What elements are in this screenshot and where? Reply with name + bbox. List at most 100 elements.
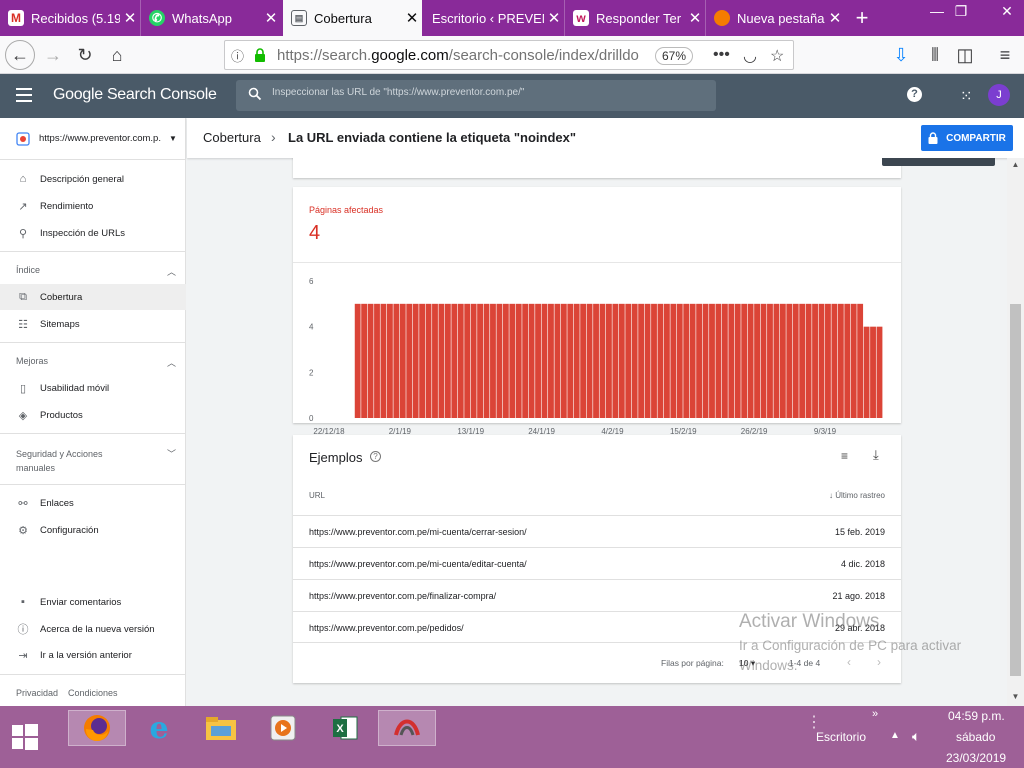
chart-bar[interactable] <box>386 303 393 418</box>
chart-bar[interactable] <box>554 303 561 418</box>
chart-bar[interactable] <box>470 303 477 418</box>
tab-nueva[interactable]: Nueva pestaña ✕ <box>705 0 845 36</box>
chart-bar[interactable] <box>799 303 806 418</box>
desktop-toolbar-label[interactable]: Escritorio <box>816 730 866 744</box>
chart-bar[interactable] <box>625 303 632 418</box>
chart-bar[interactable] <box>560 303 567 418</box>
sidebar-item-overview[interactable]: ⌂ Descripción general <box>0 166 186 192</box>
chart-bar[interactable] <box>857 303 864 418</box>
clock-time[interactable]: 04:59 p.m. <box>948 709 1005 723</box>
chart-bar[interactable] <box>393 303 400 418</box>
sidebar-item-mobile-usability[interactable]: ▯ Usabilidad móvil <box>0 375 186 401</box>
sidebar-item-performance[interactable]: ↗ Rendimiento <box>0 193 186 219</box>
chart-bar[interactable] <box>367 303 374 418</box>
table-row[interactable]: https://www.preventor.com.pe/mi-cuenta/e… <box>293 547 901 579</box>
sidebar-icon[interactable]: ◫ <box>950 40 980 70</box>
chart-bar[interactable] <box>374 303 380 418</box>
chart-bar[interactable] <box>812 303 818 418</box>
volume-icon[interactable]: 🔈︎ <box>912 728 920 745</box>
close-icon[interactable]: ✕ <box>825 9 845 27</box>
section-index-header[interactable]: Índice ︿ <box>16 265 176 278</box>
row-url[interactable]: https://www.preventor.com.pe/mi-cuenta/e… <box>309 559 527 569</box>
chart-bar[interactable] <box>721 303 728 418</box>
breadcrumb-parent[interactable]: Cobertura <box>203 130 261 145</box>
chart-bar[interactable] <box>773 303 780 418</box>
chart-bar[interactable] <box>432 303 438 418</box>
chart-bar[interactable] <box>657 303 664 418</box>
url-bar[interactable]: ⓘ https://search.google.com/search-conso… <box>224 40 794 70</box>
row-url[interactable]: https://www.preventor.com.pe/pedidos/ <box>309 623 464 633</box>
sidebar-item-coverage[interactable]: ⧉ Cobertura <box>0 284 186 310</box>
tab-escritorio[interactable]: Escritorio ‹ PREVEN ✕ <box>424 0 564 36</box>
table-row[interactable]: https://www.preventor.com.pe/mi-cuenta/c… <box>293 515 901 547</box>
download-icon[interactable]: ⇩ <box>886 40 916 70</box>
section-security-header[interactable]: Seguridad y Acciones manuales ﹀ <box>16 447 176 475</box>
chart-bar[interactable] <box>399 303 406 418</box>
chart-bar[interactable] <box>599 303 606 418</box>
chart-bar[interactable] <box>844 303 851 418</box>
chart-bar[interactable] <box>361 303 368 418</box>
chart-bar[interactable] <box>502 303 509 418</box>
window-close-button[interactable]: ✕ <box>990 0 1024 24</box>
chart-bar[interactable] <box>528 303 535 418</box>
chart-bar[interactable] <box>496 303 503 418</box>
chart-bar[interactable] <box>696 303 703 418</box>
share-button[interactable]: COMPARTIR <box>921 125 1013 151</box>
chart-bar[interactable] <box>354 303 361 418</box>
sidebar-item-links[interactable]: ⚯ Enlaces <box>0 490 186 516</box>
chart-bar[interactable] <box>786 303 793 418</box>
taskbar-media[interactable] <box>254 710 312 746</box>
chart-bar[interactable] <box>747 303 754 418</box>
reload-button[interactable]: ↻ <box>70 40 100 70</box>
close-icon[interactable]: ✕ <box>261 9 281 27</box>
column-header-last-crawl[interactable]: ↓ Último rastreo <box>829 491 885 500</box>
bookmark-star-icon[interactable]: ☆ <box>770 46 784 66</box>
scroll-up-icon[interactable]: ▲ <box>1010 160 1021 169</box>
chart-bar[interactable] <box>586 303 593 418</box>
taskbar-firefox[interactable] <box>68 710 126 746</box>
chart-bar[interactable] <box>779 303 786 418</box>
chart-bar[interactable] <box>567 303 574 418</box>
chart-bar[interactable] <box>754 303 760 418</box>
product-logo[interactable]: Google Search Console <box>53 86 217 104</box>
back-button[interactable]: ← <box>5 40 35 70</box>
chart-bar[interactable] <box>593 303 599 418</box>
chart-bar[interactable] <box>406 303 413 418</box>
sidebar-item-url-inspection[interactable]: ⚲ Inspección de URLs <box>0 220 186 246</box>
chart-bar[interactable] <box>792 303 799 418</box>
taskbar-excel[interactable]: X <box>316 710 374 746</box>
taskbar-ie[interactable]: e <box>130 710 188 746</box>
section-enhancements-header[interactable]: Mejoras ︿ <box>16 356 176 369</box>
chart-bar[interactable] <box>457 303 464 418</box>
chart-bar[interactable] <box>612 303 619 418</box>
download-icon[interactable]: ⤓ <box>873 447 879 463</box>
chart-bar[interactable] <box>728 303 735 418</box>
scroll-down-icon[interactable]: ▼ <box>1010 692 1021 701</box>
scrollbar-thumb[interactable] <box>1010 304 1021 676</box>
filter-icon[interactable]: ≡ <box>841 449 848 463</box>
terms-link[interactable]: Condiciones <box>68 688 118 698</box>
sidebar-item-sitemaps[interactable]: ☷ Sitemaps <box>0 311 186 337</box>
chart-bar[interactable] <box>715 303 722 418</box>
chart-bar[interactable] <box>451 303 458 418</box>
vertical-scrollbar[interactable]: ▲ ▼ <box>1007 158 1024 706</box>
chart-bar[interactable] <box>444 303 451 418</box>
chart-bar[interactable] <box>631 303 638 418</box>
taskbar-explorer[interactable] <box>192 710 250 746</box>
column-header-url[interactable]: URL <box>309 491 325 500</box>
chart-bar[interactable] <box>464 303 471 418</box>
chart-bar[interactable] <box>541 303 548 418</box>
chart-bar[interactable] <box>509 303 516 418</box>
chevron-right-icon[interactable]: » <box>872 708 878 720</box>
chart-bar[interactable] <box>870 326 876 418</box>
more-actions-icon[interactable]: ••• <box>713 46 730 64</box>
sidebar-item-products[interactable]: ◈ Productos <box>0 402 186 428</box>
chart-bar[interactable] <box>606 303 612 418</box>
menu-icon[interactable]: ≡ <box>990 40 1020 70</box>
taskbar-app[interactable] <box>378 710 436 746</box>
restore-button[interactable]: ❐ <box>944 0 978 24</box>
chart-bar[interactable] <box>477 303 483 418</box>
chart-bar[interactable] <box>638 303 645 418</box>
new-tab-button[interactable]: + <box>850 4 874 32</box>
chart-bar[interactable] <box>805 303 812 418</box>
